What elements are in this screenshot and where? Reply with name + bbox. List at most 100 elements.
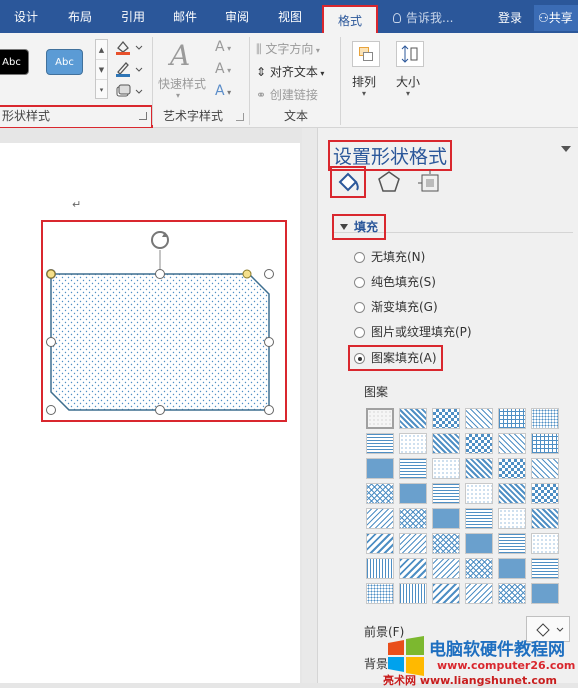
selected-shape-highlight[interactable] bbox=[41, 220, 287, 422]
pattern-swatch[interactable] bbox=[399, 408, 427, 429]
style-gallery-scroll[interactable]: ▲ ▼ ▾ bbox=[95, 39, 108, 99]
share-button[interactable]: ⚇共享 bbox=[534, 5, 578, 31]
tab-design[interactable]: 设计 bbox=[3, 0, 49, 33]
pattern-swatch[interactable] bbox=[531, 508, 559, 529]
pattern-swatch[interactable] bbox=[465, 483, 493, 504]
pane-menu-icon[interactable] bbox=[561, 146, 571, 152]
watermark-url2: 亮术网 www.liangshunet.com bbox=[383, 674, 557, 687]
shape-effects-icon[interactable] bbox=[114, 82, 144, 100]
pattern-swatch[interactable] bbox=[498, 533, 526, 554]
tab-layout[interactable]: 布局 bbox=[57, 0, 103, 33]
shape-canvas[interactable] bbox=[43, 222, 285, 420]
login-link[interactable]: 登录 bbox=[498, 0, 522, 36]
pattern-swatch[interactable] bbox=[465, 433, 493, 454]
pattern-swatch[interactable] bbox=[498, 583, 526, 604]
radio-picture-fill[interactable]: 图片或纹理填充(P) bbox=[354, 323, 472, 341]
radio-no-fill[interactable]: 无填充(N) bbox=[354, 248, 425, 266]
pattern-swatch[interactable] bbox=[399, 533, 427, 554]
text-outline-icon[interactable]: A ▾ bbox=[215, 61, 231, 77]
layout-properties-tab[interactable] bbox=[414, 168, 446, 196]
tab-view[interactable]: 视图 bbox=[267, 0, 313, 33]
pattern-swatch[interactable] bbox=[498, 408, 526, 429]
radio-pattern-fill[interactable]: 图案填充(A) bbox=[348, 345, 443, 371]
pattern-swatch[interactable] bbox=[399, 508, 427, 529]
text-effects-icon[interactable]: A ▾ bbox=[215, 83, 231, 99]
pattern-swatch[interactable] bbox=[498, 508, 526, 529]
gallery-up-icon[interactable]: ▲ bbox=[96, 40, 107, 60]
shape-style-black[interactable]: Abc bbox=[0, 49, 29, 75]
pattern-swatch[interactable] bbox=[498, 558, 526, 579]
pattern-swatch[interactable] bbox=[399, 558, 427, 579]
effects-tab[interactable] bbox=[373, 168, 405, 196]
pattern-swatch[interactable] bbox=[531, 433, 559, 454]
pattern-swatch[interactable] bbox=[432, 508, 460, 529]
tab-mailings[interactable]: 邮件 bbox=[162, 0, 208, 33]
pattern-swatch[interactable] bbox=[432, 458, 460, 479]
size-button[interactable]: 大小 ▾ bbox=[392, 37, 428, 103]
pattern-swatch[interactable] bbox=[531, 483, 559, 504]
quick-styles-button[interactable]: 快速样式 bbox=[158, 75, 206, 92]
text-direction-button[interactable]: ⫼ 文字方向 ▾ bbox=[256, 40, 320, 57]
gallery-more-icon[interactable]: ▾ bbox=[96, 80, 107, 100]
pattern-swatch[interactable] bbox=[399, 458, 427, 479]
tab-format[interactable]: 格式 bbox=[322, 5, 378, 33]
pattern-swatch[interactable] bbox=[366, 433, 394, 454]
arrange-button[interactable]: 排列 ▾ bbox=[348, 37, 384, 103]
dialog-launcher-icon[interactable] bbox=[139, 112, 147, 120]
pattern-swatch[interactable] bbox=[366, 408, 394, 429]
radio-solid-fill[interactable]: 纯色填充(S) bbox=[354, 273, 436, 291]
radio-button[interactable] bbox=[354, 252, 365, 263]
gallery-down-icon[interactable]: ▼ bbox=[96, 60, 107, 80]
pattern-swatch[interactable] bbox=[498, 483, 526, 504]
pattern-swatch[interactable] bbox=[366, 558, 394, 579]
pattern-swatch[interactable] bbox=[366, 583, 394, 604]
pattern-swatch[interactable] bbox=[465, 533, 493, 554]
pattern-swatch[interactable] bbox=[465, 558, 493, 579]
radio-button-selected[interactable] bbox=[354, 353, 365, 364]
arrange-dropdown-icon: ▾ bbox=[362, 89, 367, 98]
pattern-swatch[interactable] bbox=[465, 508, 493, 529]
pattern-swatch[interactable] bbox=[399, 583, 427, 604]
fill-line-tab[interactable] bbox=[330, 166, 366, 198]
fill-section-header[interactable]: 填充 bbox=[331, 214, 387, 240]
pattern-swatch[interactable] bbox=[465, 458, 493, 479]
quick-styles-dropdown-icon[interactable]: ▾ bbox=[176, 91, 180, 100]
pattern-swatch[interactable] bbox=[465, 583, 493, 604]
tell-me-search[interactable]: 告诉我... bbox=[393, 0, 453, 33]
pattern-swatch[interactable] bbox=[498, 458, 526, 479]
tab-review[interactable]: 审阅 bbox=[214, 0, 260, 33]
shape-fill-icon[interactable] bbox=[114, 38, 144, 56]
pattern-swatch[interactable] bbox=[531, 583, 559, 604]
pattern-swatch[interactable] bbox=[432, 583, 460, 604]
pattern-swatch[interactable] bbox=[531, 533, 559, 554]
pattern-swatch[interactable] bbox=[432, 558, 460, 579]
radio-button[interactable] bbox=[354, 277, 365, 288]
text-fill-icon[interactable]: A ▾ bbox=[215, 39, 231, 55]
pattern-swatch[interactable] bbox=[531, 458, 559, 479]
tab-references[interactable]: 引用 bbox=[110, 0, 156, 33]
radio-gradient-fill[interactable]: 渐变填充(G) bbox=[354, 298, 438, 316]
pattern-swatch[interactable] bbox=[498, 433, 526, 454]
radio-button[interactable] bbox=[354, 327, 365, 338]
pattern-swatch[interactable] bbox=[366, 533, 394, 554]
create-link-button[interactable]: ⚭ 创建链接 bbox=[256, 86, 318, 103]
pattern-swatch[interactable] bbox=[531, 408, 559, 429]
pattern-swatch[interactable] bbox=[366, 483, 394, 504]
pattern-swatch[interactable] bbox=[432, 433, 460, 454]
pattern-swatch[interactable] bbox=[399, 483, 427, 504]
pattern-swatch[interactable] bbox=[399, 433, 427, 454]
pattern-swatch[interactable] bbox=[432, 533, 460, 554]
wordart-launcher-icon[interactable] bbox=[236, 113, 244, 121]
shape-style-blue[interactable]: Abc bbox=[46, 49, 83, 75]
pattern-swatch[interactable] bbox=[531, 558, 559, 579]
pattern-swatch[interactable] bbox=[465, 408, 493, 429]
pattern-swatch[interactable] bbox=[366, 508, 394, 529]
quick-styles-icon[interactable]: A bbox=[166, 39, 196, 72]
align-text-button[interactable]: ⇕ 对齐文本 ▾ bbox=[256, 63, 324, 80]
shape-outline-icon[interactable] bbox=[114, 60, 144, 78]
radio-button[interactable] bbox=[354, 302, 365, 313]
pattern-swatch[interactable] bbox=[432, 408, 460, 429]
pattern-swatch[interactable] bbox=[432, 483, 460, 504]
vertical-scrollbar[interactable] bbox=[302, 128, 317, 683]
pattern-swatch[interactable] bbox=[366, 458, 394, 479]
